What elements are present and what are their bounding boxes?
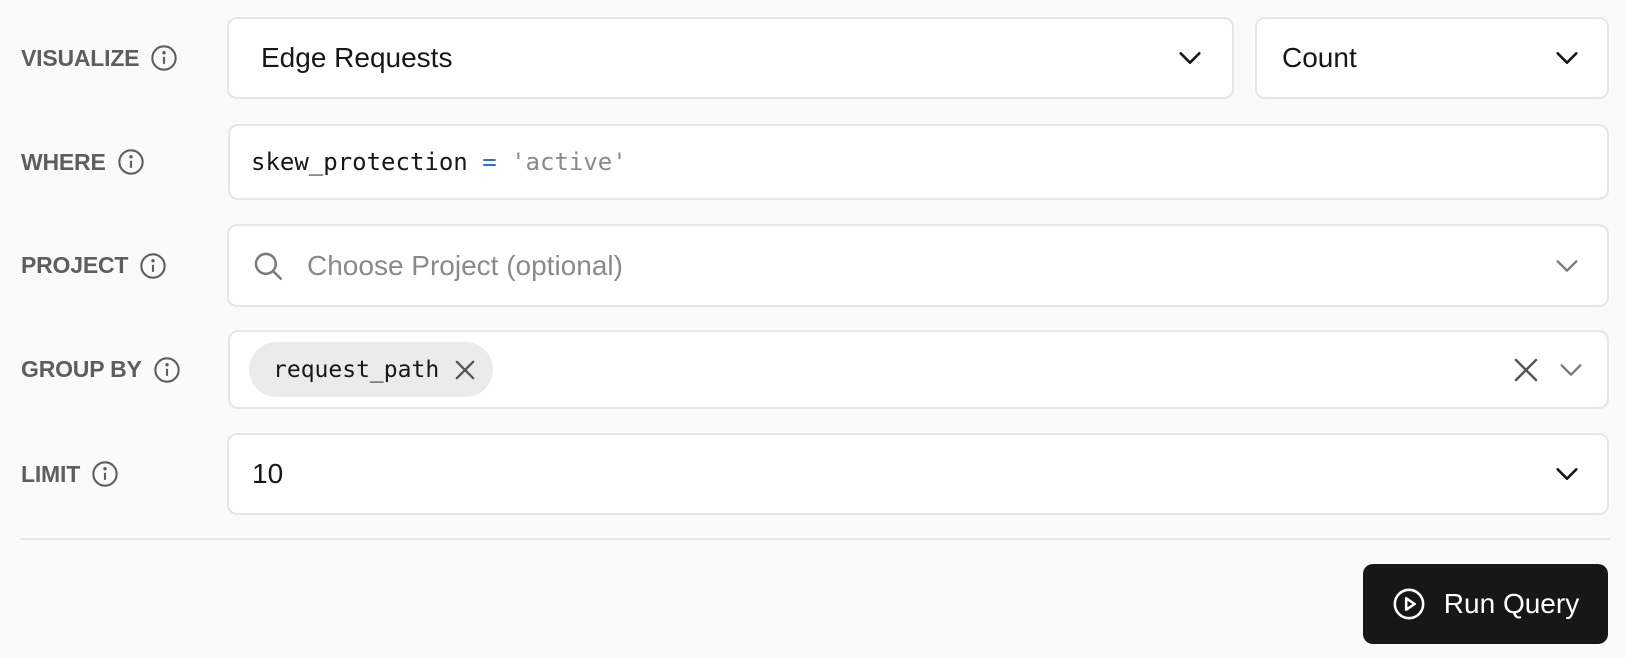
chevron-down-icon	[1553, 460, 1581, 488]
chevron-down-icon	[1553, 252, 1581, 280]
run-query-button[interactable]: Run Query	[1363, 564, 1608, 644]
where-operator: =	[482, 148, 497, 176]
visualize-row: VISUALIZE Edge Requests Count	[0, 17, 1625, 99]
where-filter-input[interactable]: skew_protection = 'active'	[228, 124, 1609, 200]
group-by-label-group: GROUP BY	[21, 330, 181, 409]
chevron-down-icon	[1557, 356, 1585, 384]
limit-select[interactable]: 10	[227, 433, 1609, 515]
where-value: 'active'	[511, 148, 627, 176]
chip-label: request_path	[273, 356, 440, 383]
info-icon[interactable]	[153, 356, 181, 384]
project-select-placeholder: Choose Project (optional)	[307, 249, 623, 281]
where-label-group: WHERE	[21, 124, 145, 200]
run-query-label: Run Query	[1443, 588, 1580, 619]
group-by-label: GROUP BY	[21, 356, 142, 382]
project-label: PROJECT	[21, 252, 129, 278]
close-icon[interactable]	[451, 356, 479, 384]
where-field: skew_protection	[251, 148, 468, 176]
project-label-group: PROJECT	[21, 224, 167, 307]
info-icon[interactable]	[139, 252, 167, 280]
group-by-chip: request_path	[249, 342, 494, 397]
info-icon[interactable]	[117, 148, 145, 176]
chevron-down-icon	[1176, 44, 1204, 72]
visualize-label: VISUALIZE	[21, 44, 140, 71]
aggregation-select-value: Count	[1282, 42, 1357, 73]
dataset-select-value: Edge Requests	[261, 42, 453, 73]
play-circle-icon	[1392, 587, 1426, 621]
limit-label: LIMIT	[21, 460, 81, 487]
project-row: PROJECT Choose Project (optional)	[0, 224, 1625, 307]
chevron-down-icon	[1553, 44, 1581, 72]
info-icon[interactable]	[91, 460, 119, 488]
group-by-row: GROUP BY request_path	[0, 330, 1625, 409]
limit-label-group: LIMIT	[21, 433, 119, 515]
group-by-multiselect[interactable]: request_path	[228, 330, 1609, 409]
limit-select-value: 10	[252, 458, 284, 489]
info-icon[interactable]	[150, 44, 178, 72]
aggregation-select[interactable]: Count	[1255, 17, 1609, 99]
where-row: WHERE skew_protection = 'active'	[0, 124, 1625, 200]
visualize-label-group: VISUALIZE	[21, 17, 178, 99]
clear-all-icon[interactable]	[1511, 355, 1541, 385]
project-select[interactable]: Choose Project (optional)	[227, 224, 1609, 307]
limit-row: LIMIT 10	[0, 433, 1625, 515]
where-expression: skew_protection = 'active'	[251, 148, 627, 176]
dataset-select[interactable]: Edge Requests	[227, 17, 1234, 99]
section-divider	[20, 538, 1610, 540]
search-icon	[251, 249, 285, 283]
where-label: WHERE	[21, 148, 106, 175]
